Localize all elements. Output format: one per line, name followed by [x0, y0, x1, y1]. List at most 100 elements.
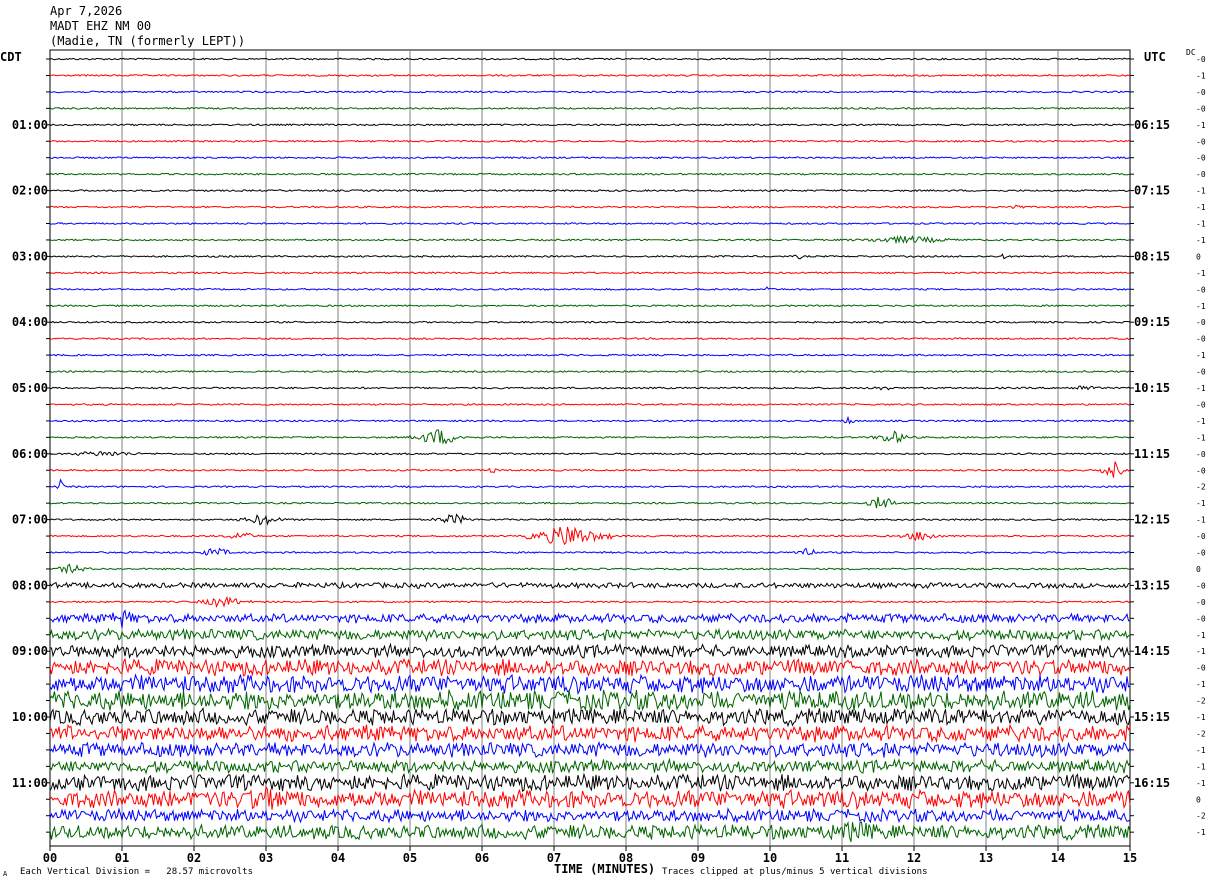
trace-3: [49, 106, 1131, 110]
trace-15: [49, 304, 1131, 308]
trace-47: [49, 820, 1131, 842]
dc-offset-8: -1: [1196, 187, 1206, 196]
trace-18: [49, 353, 1131, 357]
dc-offset-35: -1: [1196, 631, 1206, 640]
dc-offset-10: -1: [1196, 220, 1206, 229]
dc-offset-23: -1: [1196, 433, 1206, 442]
trace-25: [49, 461, 1131, 478]
dc-offset-22: -1: [1196, 417, 1206, 426]
right-time-label: 07:15: [1134, 184, 1170, 198]
x-tick-label-12: 12: [907, 851, 921, 865]
trace-39: [49, 689, 1131, 713]
right-time-label: 06:15: [1134, 118, 1170, 132]
dc-offset-15: -1: [1196, 302, 1206, 311]
x-axis-title: TIME (MINUTES): [554, 862, 656, 876]
dc-offset-28: -1: [1196, 516, 1206, 525]
trace-27: [49, 496, 1131, 509]
x-tick-label-09: 09: [691, 851, 705, 865]
dc-offset-31: 0: [1196, 565, 1201, 574]
dc-offset-2: -0: [1196, 88, 1206, 97]
dc-offset-45: 0: [1196, 795, 1201, 804]
dc-offset-43: -1: [1196, 762, 1206, 771]
left-time-label: 10:00: [12, 710, 48, 724]
trace-29: [49, 526, 1131, 546]
trace-6: [49, 156, 1131, 160]
dc-offset-34: -0: [1196, 614, 1206, 623]
dc-offset-36: -1: [1196, 647, 1206, 656]
trace-40: [49, 707, 1131, 728]
right-time-label: 13:15: [1134, 578, 1170, 592]
dc-offset-46: -2: [1196, 812, 1206, 821]
trace-4: [49, 123, 1131, 127]
left-time-label: 04:00: [12, 315, 48, 329]
label-layer: 00 01 02 03 04 05 06 07 08 09 10 11 12 13 14 15-0-1-0-0…: [12, 55, 1206, 865]
trace-43: [49, 757, 1131, 775]
trace-24: [49, 451, 1131, 457]
trace-21: [49, 403, 1131, 406]
dc-offset-19: -0: [1196, 368, 1206, 377]
right-time-label: 14:15: [1134, 644, 1170, 658]
trace-32: [49, 580, 1131, 590]
dc-offset-5: -0: [1196, 137, 1206, 146]
trace-22: [49, 415, 1131, 425]
dc-offset-44: -1: [1196, 779, 1206, 788]
trace-8: [49, 189, 1131, 193]
dc-offset-25: -0: [1196, 466, 1206, 475]
right-time-label: 15:15: [1134, 710, 1170, 724]
left-time-label: 02:00: [12, 184, 48, 198]
x-tick-label-10: 10: [763, 851, 777, 865]
trace-23: [49, 429, 1131, 445]
x-tick-label-02: 02: [187, 851, 201, 865]
left-time-label: 05:00: [12, 381, 48, 395]
trace-2: [49, 90, 1131, 94]
left-time-label: 01:00: [12, 118, 48, 132]
trace-7: [49, 172, 1131, 176]
x-tick-label-00: 00: [43, 851, 57, 865]
right-time-label: 08:15: [1134, 249, 1170, 263]
dc-offset-32: -0: [1196, 581, 1206, 590]
dc-offset-7: -0: [1196, 170, 1206, 179]
dc-offset-21: -0: [1196, 400, 1206, 409]
right-time-label: 11:15: [1134, 447, 1170, 461]
dc-offset-17: -0: [1196, 335, 1206, 344]
left-time-label: 09:00: [12, 644, 48, 658]
trace-44: [49, 772, 1131, 792]
scale-note: Each Vertical Division = 28.57 microvolt…: [20, 867, 253, 877]
dc-offset-12: 0: [1196, 252, 1201, 261]
trace-28: [49, 513, 1131, 526]
dc-offset-26: -2: [1196, 483, 1206, 492]
dc-offset-42: -1: [1196, 746, 1206, 755]
dc-offset-16: -0: [1196, 318, 1206, 327]
x-tick-label-04: 04: [331, 851, 345, 865]
dc-offset-3: -0: [1196, 104, 1206, 113]
trace-36: [50, 642, 1131, 659]
x-tick-label-15: 15: [1123, 851, 1137, 865]
corner-mark: A: [3, 870, 8, 878]
left-time-label: 07:00: [12, 513, 48, 527]
x-tick-label-03: 03: [259, 851, 273, 865]
dc-offset-6: -0: [1196, 154, 1206, 163]
trace-10: [49, 222, 1131, 225]
trace-46: [49, 807, 1131, 824]
dc-offset-14: -0: [1196, 285, 1206, 294]
dc-offset-4: -1: [1196, 121, 1206, 130]
trace-11: [49, 234, 1131, 245]
trace-16: [49, 320, 1131, 324]
trace-1: [49, 74, 1131, 77]
x-tick-label-01: 01: [115, 851, 129, 865]
plot-frame: [49, 49, 1131, 847]
trace-30: [49, 547, 1131, 556]
right-time-label: 12:15: [1134, 513, 1170, 527]
dc-offset-41: -2: [1196, 729, 1206, 738]
dc-offset-11: -1: [1196, 236, 1206, 245]
trace-14: [49, 286, 1131, 291]
trace-41: [49, 723, 1131, 744]
dc-offset-0: -0: [1196, 55, 1206, 64]
x-tick-label-11: 11: [835, 851, 849, 865]
x-tick-label-06: 06: [475, 851, 489, 865]
trace-45: [49, 785, 1131, 811]
dc-offset-18: -1: [1196, 351, 1206, 360]
x-tick-label-13: 13: [979, 851, 993, 865]
dc-offset-1: -1: [1196, 71, 1206, 80]
dc-offset-37: -0: [1196, 664, 1206, 673]
